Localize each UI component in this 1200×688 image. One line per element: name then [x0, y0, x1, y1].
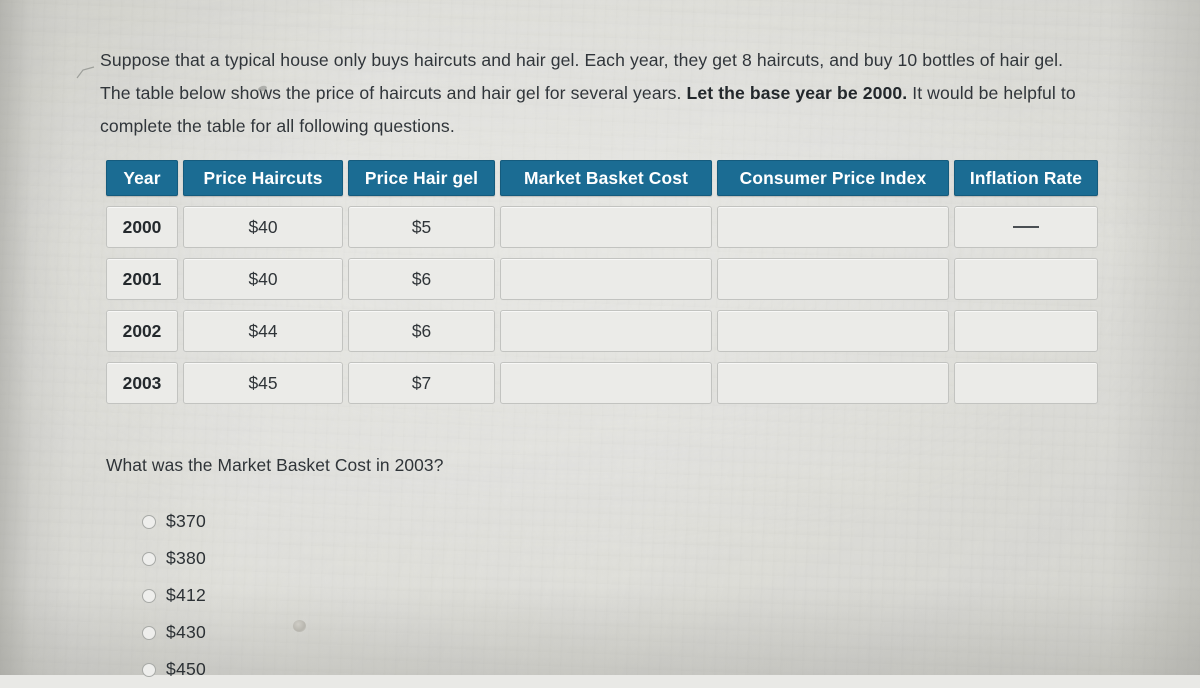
- input-market-basket-cost[interactable]: [500, 258, 712, 300]
- column-header-price-hair-gel: Price Hair gel: [348, 160, 495, 196]
- right-edge-shadow: [1110, 0, 1200, 675]
- input-consumer-price-index[interactable]: [717, 310, 949, 352]
- input-consumer-price-index[interactable]: [717, 362, 949, 404]
- input-market-basket-cost[interactable]: [500, 362, 712, 404]
- cell-price-haircuts: $44: [183, 310, 343, 352]
- input-consumer-price-index[interactable]: [717, 258, 949, 300]
- stray-pen-mark-icon: [76, 66, 95, 79]
- radio-button-icon[interactable]: [142, 551, 156, 566]
- answer-option-label: $370: [166, 511, 206, 531]
- answer-option-label: $380: [166, 548, 206, 568]
- paper-smudge: [293, 620, 306, 632]
- question-text: What was the Market Basket Cost in 2003?: [106, 455, 444, 475]
- answer-option[interactable]: $412: [142, 577, 206, 614]
- table-row: 2000 $40 $5: [106, 206, 1098, 258]
- column-header-market-basket-cost: Market Basket Cost: [500, 160, 712, 196]
- table-row: 2002 $44 $6: [106, 310, 1098, 362]
- column-header-year: Year: [106, 160, 178, 196]
- cell-price-hair-gel: $5: [348, 206, 495, 248]
- table-header-row: Year Price Haircuts Price Hair gel Marke…: [106, 160, 1098, 206]
- cell-inflation-rate: [954, 206, 1098, 248]
- table-body: 2000 $40 $5 2001 $40 $6 2002 $44 $6 2003…: [106, 206, 1098, 414]
- radio-button-icon[interactable]: [142, 625, 156, 640]
- cell-price-haircuts: $40: [183, 258, 343, 300]
- cell-year: 2002: [106, 310, 178, 352]
- input-market-basket-cost[interactable]: [500, 310, 712, 352]
- table-row: 2001 $40 $6: [106, 258, 1098, 310]
- cell-price-hair-gel: $6: [348, 258, 495, 300]
- column-header-price-haircuts: Price Haircuts: [183, 160, 343, 196]
- cell-price-hair-gel: $6: [348, 310, 495, 352]
- answer-option-label: $412: [166, 585, 206, 605]
- cell-price-haircuts: $40: [183, 206, 343, 248]
- input-market-basket-cost[interactable]: [500, 206, 712, 248]
- cell-year: 2001: [106, 258, 178, 300]
- cell-price-hair-gel: $7: [348, 362, 495, 404]
- problem-statement: Suppose that a typical house only buys h…: [100, 44, 1090, 143]
- cell-year: 2003: [106, 362, 178, 404]
- cell-price-haircuts: $45: [183, 362, 343, 404]
- cell-year: 2000: [106, 206, 178, 248]
- input-inflation-rate[interactable]: [954, 310, 1098, 352]
- dash-icon: [1013, 226, 1039, 228]
- input-inflation-rate[interactable]: [954, 362, 1098, 404]
- radio-button-icon[interactable]: [142, 662, 156, 677]
- radio-button-icon[interactable]: [142, 588, 156, 603]
- problem-statement-emphasis: Let the base year be 2000.: [686, 82, 908, 103]
- input-consumer-price-index[interactable]: [717, 206, 949, 248]
- answer-option-label: $430: [166, 622, 206, 642]
- radio-button-icon[interactable]: [142, 514, 156, 529]
- answer-option[interactable]: $380: [142, 540, 206, 577]
- left-edge-shadow: [0, 0, 70, 675]
- input-inflation-rate[interactable]: [954, 258, 1098, 300]
- table-row: 2003 $45 $7: [106, 362, 1098, 414]
- answer-option-label: $450: [166, 659, 206, 679]
- column-header-inflation-rate: Inflation Rate: [954, 160, 1098, 196]
- price-data-table: Year Price Haircuts Price Hair gel Marke…: [106, 160, 1098, 414]
- column-header-consumer-price-index: Consumer Price Index: [717, 160, 949, 196]
- answer-options-list: $370 $380 $412 $430 $450: [142, 503, 206, 688]
- answer-option[interactable]: $450: [142, 651, 206, 688]
- answer-option[interactable]: $430: [142, 614, 206, 651]
- answer-option[interactable]: $370: [142, 503, 206, 540]
